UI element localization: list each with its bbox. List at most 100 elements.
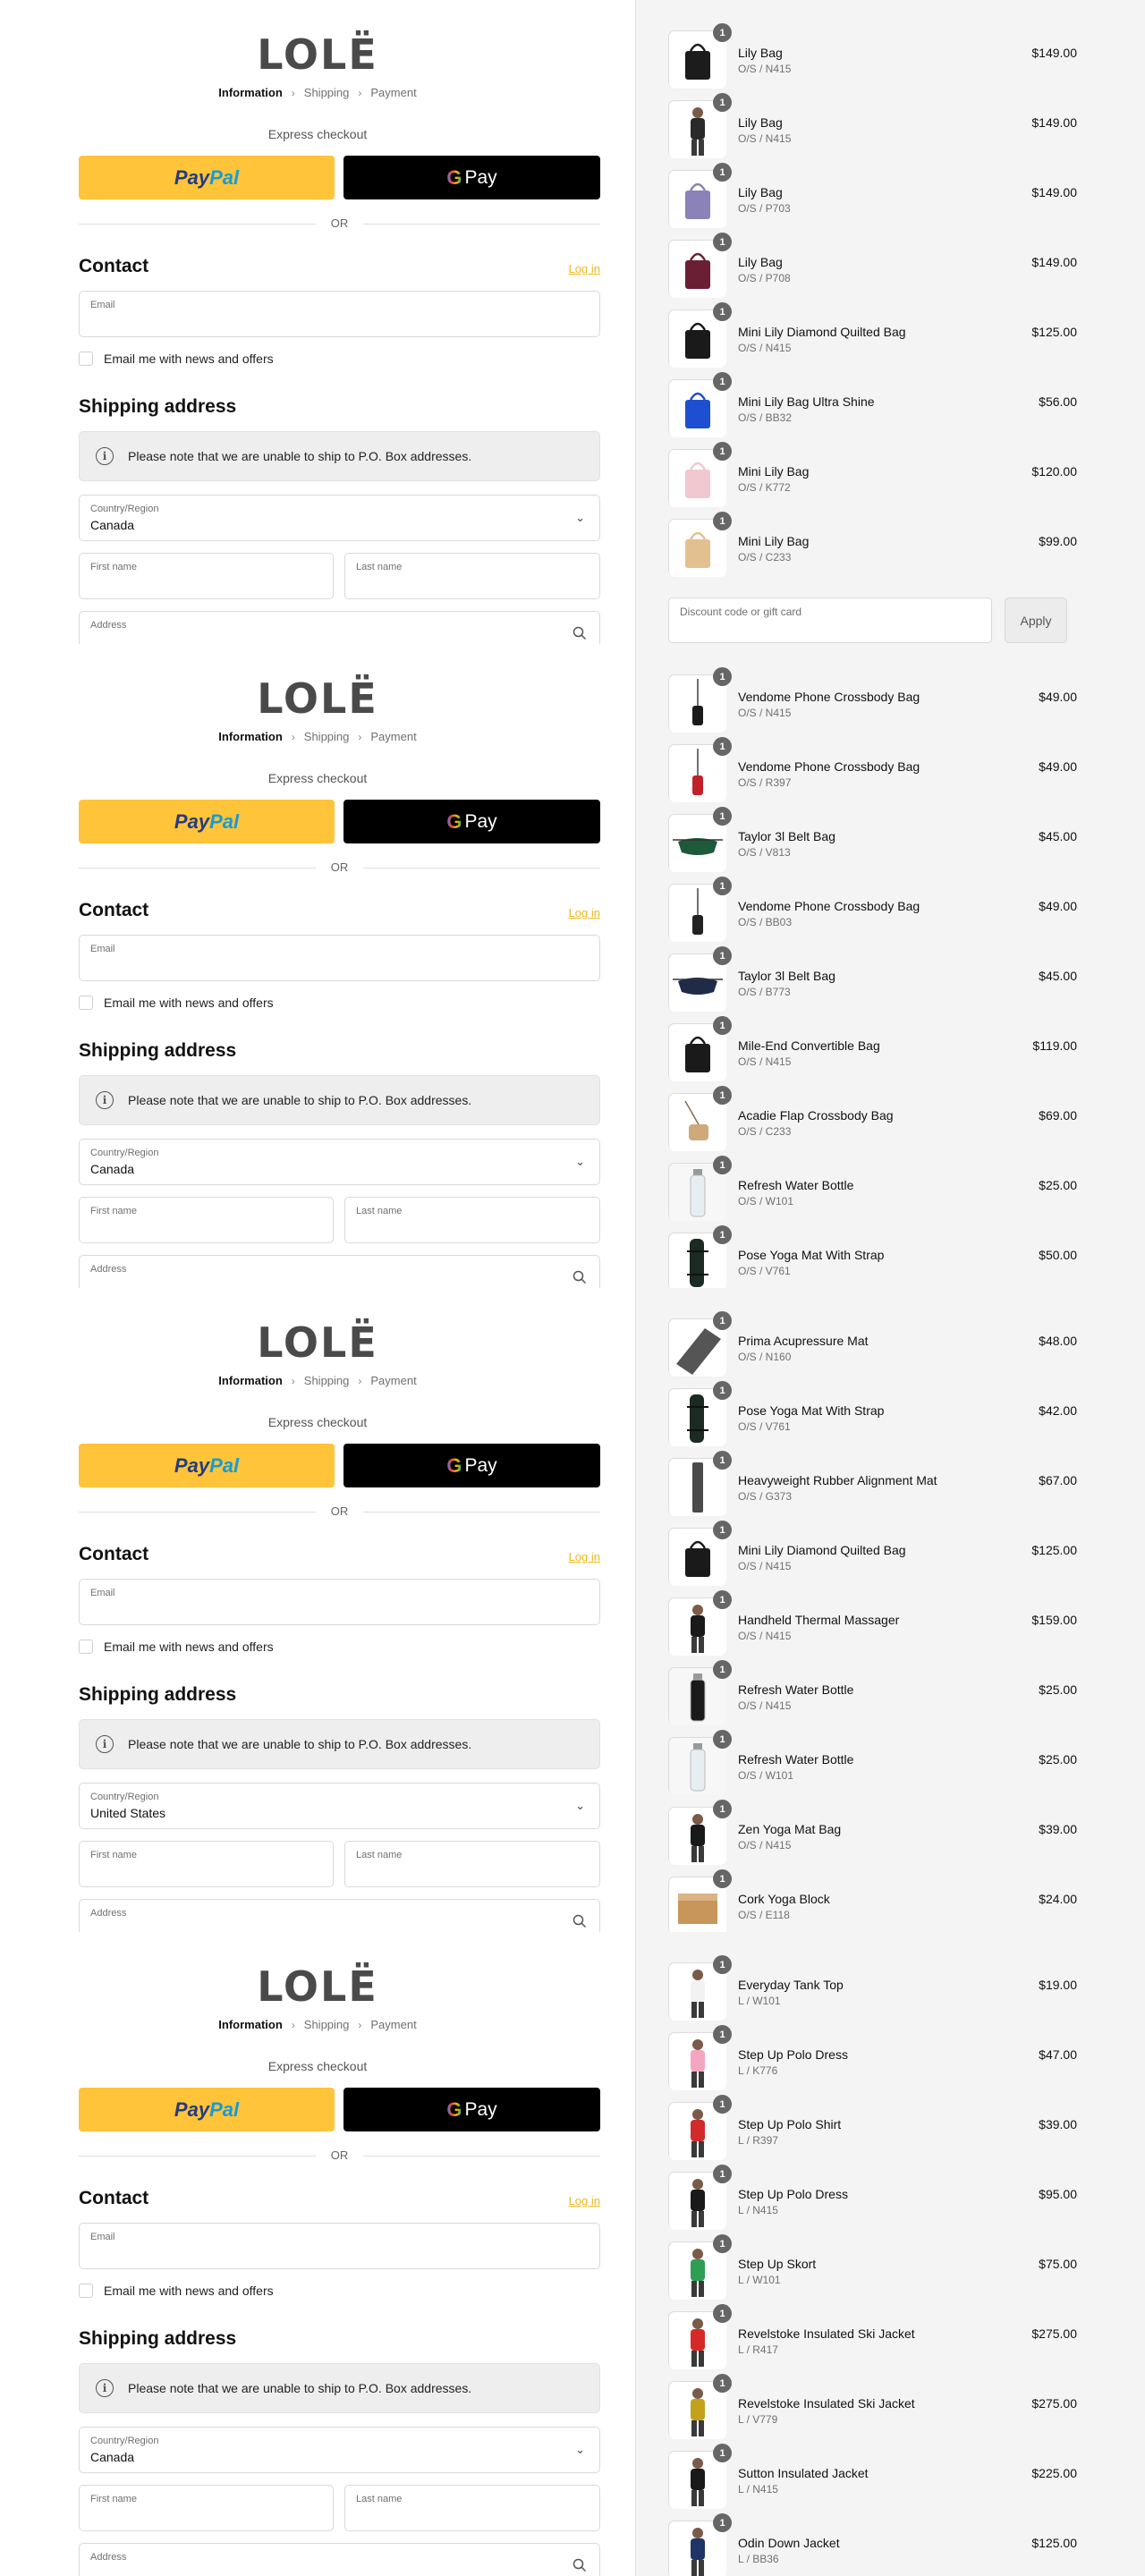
country-select[interactable]: Country/Region Canada ⌄ xyxy=(79,495,600,541)
breadcrumb-payment[interactable]: Payment xyxy=(370,86,416,99)
newsletter-checkbox[interactable] xyxy=(79,996,93,1010)
login-link[interactable]: Log in xyxy=(569,262,600,275)
apply-discount-button[interactable]: Apply xyxy=(1005,597,1067,643)
email-field[interactable]: Email xyxy=(79,2223,600,2269)
paypal-button[interactable]: Pay Pal xyxy=(79,1444,335,1487)
brand-logo[interactable]: LOLË xyxy=(0,678,635,719)
login-link[interactable]: Log in xyxy=(569,2194,600,2207)
chevron-right-icon: › xyxy=(358,2019,362,2031)
product-variant: O/S / N415 xyxy=(738,1699,792,1712)
email-field[interactable]: Email xyxy=(79,935,600,981)
product-name: Vendome Phone Crossbody Bag xyxy=(738,690,920,704)
product-price: $39.00 xyxy=(1039,1822,1077,1836)
login-link[interactable]: Log in xyxy=(569,906,600,919)
email-label: Email xyxy=(90,2232,115,2242)
product-price: $25.00 xyxy=(1039,1178,1077,1192)
quantity-badge: 1 xyxy=(713,2444,732,2462)
last-name-field[interactable]: Last name xyxy=(344,1841,600,1887)
country-label: Country/Region xyxy=(90,1148,159,1158)
first-name-field[interactable]: First name xyxy=(79,1841,334,1887)
product-price: $45.00 xyxy=(1039,829,1077,843)
first-name-field[interactable]: First name xyxy=(79,553,334,599)
info-icon: i xyxy=(96,1735,114,1753)
google-pay-button[interactable]: G Pay xyxy=(344,800,600,843)
country-select[interactable]: Country/Region United States ⌄ xyxy=(79,1783,600,1829)
order-summary: 1 Lily Bag O/S / N415 $149.00 1 Lily Bag… xyxy=(635,0,1145,644)
product-price: $49.00 xyxy=(1039,690,1077,704)
google-pay-button[interactable]: G Pay xyxy=(344,156,600,199)
brand-logo[interactable]: LOLË xyxy=(0,1322,635,1363)
address-field[interactable]: Address xyxy=(79,611,600,644)
last-name-label: Last name xyxy=(356,562,403,572)
quantity-badge: 1 xyxy=(713,1086,732,1105)
product-variant: O/S / G373 xyxy=(738,1490,793,1503)
first-name-field[interactable]: First name xyxy=(79,1197,334,1243)
paypal-button[interactable]: Pay Pal xyxy=(79,800,335,843)
breadcrumb-shipping[interactable]: Shipping xyxy=(304,730,350,743)
product-variant: L / BB36 xyxy=(738,2553,779,2565)
last-name-field[interactable]: Last name xyxy=(344,1197,600,1243)
product-thumbnail: 1 xyxy=(668,2095,732,2160)
newsletter-option[interactable]: Email me with news and offers xyxy=(79,1639,274,1655)
newsletter-checkbox[interactable] xyxy=(79,1640,93,1654)
paypal-button[interactable]: Pay Pal xyxy=(79,2088,335,2131)
country-select[interactable]: Country/Region Canada ⌄ xyxy=(79,1139,600,1185)
quantity-badge: 1 xyxy=(713,1660,732,1679)
chevron-right-icon: › xyxy=(291,87,295,99)
product-variant: L / W101 xyxy=(738,2274,781,2286)
product-price: $120.00 xyxy=(1031,464,1077,479)
last-name-field[interactable]: Last name xyxy=(344,553,600,599)
product-price: $39.00 xyxy=(1039,2117,1077,2131)
product-name: Handheld Thermal Massager xyxy=(738,1613,900,1627)
address-field[interactable]: Address xyxy=(79,1255,600,1288)
login-link[interactable]: Log in xyxy=(569,1550,600,1563)
search-icon[interactable] xyxy=(572,1914,587,1928)
product-price: $49.00 xyxy=(1039,759,1077,774)
checkout-form: LOLË Information › Shipping › Payment Expres… xyxy=(0,0,635,644)
search-icon[interactable] xyxy=(572,2558,587,2572)
newsletter-option[interactable]: Email me with news and offers xyxy=(79,995,274,1011)
last-name-field[interactable]: Last name xyxy=(344,2485,600,2531)
quantity-badge: 1 xyxy=(713,1800,732,1818)
country-select[interactable]: Country/Region Canada ⌄ xyxy=(79,2427,600,2473)
search-icon[interactable] xyxy=(572,626,587,640)
newsletter-checkbox[interactable] xyxy=(79,2284,93,2298)
breadcrumb-payment[interactable]: Payment xyxy=(370,730,416,743)
product-price: $275.00 xyxy=(1031,2396,1077,2411)
address-field[interactable]: Address xyxy=(79,2543,600,2576)
email-label: Email xyxy=(90,300,115,310)
newsletter-option[interactable]: Email me with news and offers xyxy=(79,2283,274,2299)
discount-placeholder: Discount code or gift card xyxy=(680,606,802,618)
quantity-badge: 1 xyxy=(713,2025,732,2044)
breadcrumb-shipping[interactable]: Shipping xyxy=(304,2018,350,2031)
google-pay-button[interactable]: G Pay xyxy=(344,2088,600,2131)
brand-logo[interactable]: LOLË xyxy=(0,34,635,75)
first-name-field[interactable]: First name xyxy=(79,2485,334,2531)
paypal-button[interactable]: Pay Pal xyxy=(79,156,335,199)
cart-item: 1 Lily Bag O/S / P708 $149.00 xyxy=(668,233,1077,309)
google-pay-button[interactable]: G Pay xyxy=(344,1444,600,1487)
order-summary: 1 Everyday Tank Top L / W101 $19.00 1 St… xyxy=(635,1932,1145,2576)
product-thumbnail: 1 xyxy=(668,1590,732,1656)
discount-code-input[interactable]: Discount code or gift card xyxy=(668,597,992,643)
email-field[interactable]: Email xyxy=(79,291,600,337)
breadcrumb-shipping[interactable]: Shipping xyxy=(304,1374,350,1387)
brand-logo[interactable]: LOLË xyxy=(0,1966,635,2007)
product-variant: O/S / N415 xyxy=(738,1839,792,1852)
breadcrumb-payment[interactable]: Payment xyxy=(370,1374,416,1387)
newsletter-option[interactable]: Email me with news and offers xyxy=(79,351,274,367)
express-checkout-title: Express checkout xyxy=(267,2059,368,2073)
breadcrumb-payment[interactable]: Payment xyxy=(370,2018,416,2031)
address-field[interactable]: Address xyxy=(79,1899,600,1932)
breadcrumb: Information › Shipping › Payment xyxy=(0,730,635,743)
email-field[interactable]: Email xyxy=(79,1579,600,1625)
chevron-right-icon: › xyxy=(358,87,362,99)
newsletter-checkbox[interactable] xyxy=(79,352,93,366)
chevron-right-icon: › xyxy=(291,2019,295,2031)
info-icon: i xyxy=(96,1091,114,1109)
search-icon[interactable] xyxy=(572,1270,587,1284)
breadcrumb-shipping[interactable]: Shipping xyxy=(304,86,350,99)
notice-text: Please note that we are unable to ship t… xyxy=(128,2381,472,2395)
shipping-heading: Shipping address xyxy=(79,1040,237,1061)
product-variant: O/S / R397 xyxy=(738,776,792,789)
